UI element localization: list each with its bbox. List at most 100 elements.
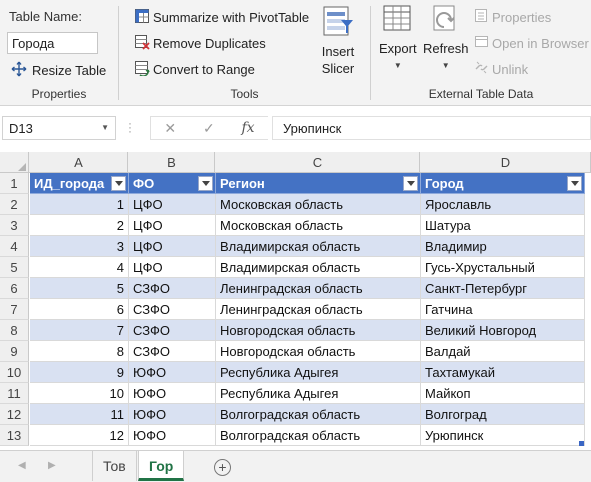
table-resize-handle[interactable]	[579, 441, 584, 446]
city-cell[interactable]: Гусь-Хрустальный	[421, 257, 585, 278]
filter-dropdown-icon[interactable]	[111, 176, 126, 191]
chevron-down-icon[interactable]: ▼	[101, 123, 109, 132]
row-header[interactable]: 10	[0, 362, 29, 383]
fo-cell[interactable]: ЮФО	[129, 425, 216, 446]
worksheet-grid[interactable]: A B C D 1 ИД_города ФО Регион Город 2 1 …	[0, 152, 591, 450]
summarize-pivottable-button[interactable]: Summarize with PivotTable	[134, 8, 309, 26]
id-cell[interactable]: 5	[30, 278, 129, 299]
fo-cell[interactable]: СЗФО	[129, 299, 216, 320]
fo-cell[interactable]: ЦФО	[129, 194, 216, 215]
region-cell[interactable]: Волгоградская область	[216, 425, 421, 446]
export-button[interactable]: Export ▼	[379, 4, 417, 70]
fo-cell[interactable]: ЦФО	[129, 236, 216, 257]
id-cell[interactable]: 3	[30, 236, 129, 257]
city-cell[interactable]: Великий Новгород	[421, 320, 585, 341]
column-header-b[interactable]: B	[129, 152, 215, 173]
filter-dropdown-icon[interactable]	[567, 176, 582, 191]
fo-cell[interactable]: ЮФО	[129, 362, 216, 383]
id-cell[interactable]: 12	[30, 425, 129, 446]
row-header[interactable]: 1	[0, 173, 29, 194]
city-cell[interactable]: Шатура	[421, 215, 585, 236]
id-cell[interactable]: 2	[30, 215, 129, 236]
fo-cell[interactable]: ЦФО	[129, 215, 216, 236]
scroll-right-icon[interactable]: ▶	[48, 460, 56, 471]
id-cell[interactable]: 4	[30, 257, 129, 278]
header-label: ИД_города	[34, 176, 105, 191]
column-header-a[interactable]: A	[30, 152, 128, 173]
enter-icon[interactable]: ✓	[203, 120, 215, 137]
region-cell[interactable]: Новгородская область	[216, 341, 421, 362]
city-cell[interactable]: Гатчина	[421, 299, 585, 320]
city-cell[interactable]: Тахтамукай	[421, 362, 585, 383]
scroll-left-icon[interactable]: ◀	[18, 460, 26, 471]
insert-function-button[interactable]: fx	[242, 120, 255, 136]
region-cell[interactable]: Владимирская область	[216, 236, 421, 257]
header-cell-region[interactable]: Регион	[216, 173, 421, 194]
region-cell[interactable]: Московская область	[216, 215, 421, 236]
row-header[interactable]: 7	[0, 299, 29, 320]
formula-bar-grip[interactable]: · · ·	[128, 117, 132, 137]
select-all-button[interactable]	[0, 152, 29, 173]
id-cell[interactable]: 8	[30, 341, 129, 362]
region-cell[interactable]: Ленинградская область	[216, 278, 421, 299]
city-cell[interactable]: Волгоград	[421, 404, 585, 425]
city-cell[interactable]: Ярославль	[421, 194, 585, 215]
row-header[interactable]: 6	[0, 278, 29, 299]
id-cell[interactable]: 7	[30, 320, 129, 341]
insert-slicer-button[interactable]: Insert Slicer	[317, 4, 359, 77]
fo-cell[interactable]: СЗФО	[129, 278, 216, 299]
region-cell[interactable]: Республика Адыгея	[216, 383, 421, 404]
region-cell[interactable]: Ленинградская область	[216, 299, 421, 320]
refresh-button[interactable]: Refresh ▼	[423, 4, 469, 70]
row-header[interactable]: 4	[0, 236, 29, 257]
region-cell[interactable]: Новгородская область	[216, 320, 421, 341]
fo-cell[interactable]: ЮФО	[129, 404, 216, 425]
city-cell[interactable]: Санкт-Петербург	[421, 278, 585, 299]
id-cell[interactable]: 1	[30, 194, 129, 215]
row-header[interactable]: 11	[0, 383, 29, 404]
unlink-button[interactable]: Unlink	[474, 60, 528, 78]
cancel-icon[interactable]: ✕	[164, 120, 176, 137]
convert-to-range-button[interactable]: Convert to Range	[134, 60, 255, 78]
open-in-browser-button[interactable]: Open in Browser	[474, 34, 589, 52]
region-cell[interactable]: Владимирская область	[216, 257, 421, 278]
name-box[interactable]: D13 ▼	[2, 116, 116, 140]
header-cell-id[interactable]: ИД_города	[30, 173, 129, 194]
city-cell[interactable]: Урюпинск	[421, 425, 585, 446]
filter-dropdown-icon[interactable]	[198, 176, 213, 191]
sheet-tab-active[interactable]: Гор	[138, 451, 185, 481]
table-properties-button[interactable]: Properties	[474, 8, 551, 26]
resize-table-button[interactable]: Resize Table	[11, 61, 106, 79]
id-cell[interactable]: 11	[30, 404, 129, 425]
row-header[interactable]: 9	[0, 341, 29, 362]
id-cell[interactable]: 6	[30, 299, 129, 320]
fo-cell[interactable]: ЦФО	[129, 257, 216, 278]
id-cell[interactable]: 9	[30, 362, 129, 383]
remove-duplicates-button[interactable]: Remove Duplicates	[134, 34, 266, 52]
city-cell[interactable]: Майкоп	[421, 383, 585, 404]
row-header[interactable]: 2	[0, 194, 29, 215]
row-header[interactable]: 8	[0, 320, 29, 341]
city-cell[interactable]: Валдай	[421, 341, 585, 362]
column-header-d[interactable]: D	[421, 152, 591, 173]
add-sheet-icon[interactable]: +	[214, 459, 231, 476]
table-name-input[interactable]	[7, 32, 98, 54]
sheet-tab[interactable]: Тов	[92, 451, 137, 481]
fo-cell[interactable]: СЗФО	[129, 320, 216, 341]
row-header[interactable]: 5	[0, 257, 29, 278]
filter-dropdown-icon[interactable]	[403, 176, 418, 191]
header-cell-city[interactable]: Город	[421, 173, 585, 194]
header-cell-fo[interactable]: ФО	[129, 173, 216, 194]
row-header[interactable]: 12	[0, 404, 29, 425]
region-cell[interactable]: Волгоградская область	[216, 404, 421, 425]
fo-cell[interactable]: СЗФО	[129, 341, 216, 362]
fo-cell[interactable]: ЮФО	[129, 383, 216, 404]
region-cell[interactable]: Республика Адыгея	[216, 362, 421, 383]
column-header-c[interactable]: C	[216, 152, 420, 173]
row-header[interactable]: 13	[0, 425, 29, 446]
city-cell[interactable]: Владимир	[421, 236, 585, 257]
formula-input[interactable]: Урюпинск	[272, 116, 591, 140]
region-cell[interactable]: Московская область	[216, 194, 421, 215]
id-cell[interactable]: 10	[30, 383, 129, 404]
row-header[interactable]: 3	[0, 215, 29, 236]
